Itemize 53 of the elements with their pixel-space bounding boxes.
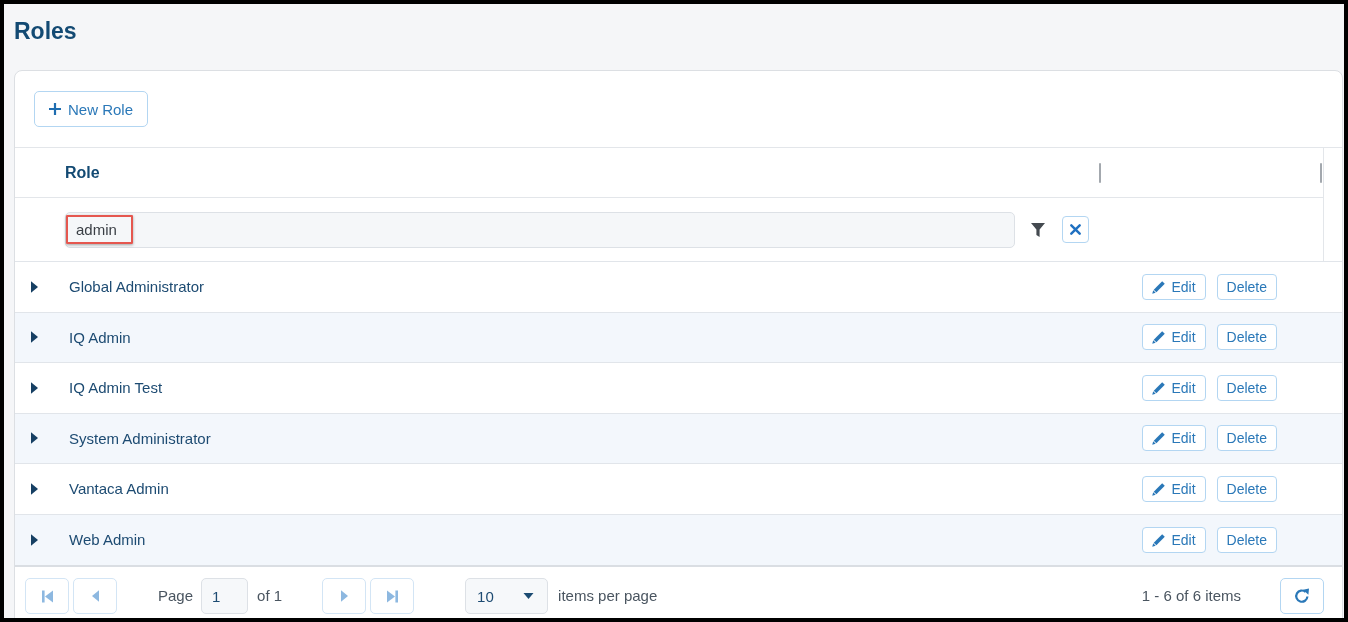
column-resize-handle[interactable] (1320, 162, 1322, 183)
edit-button[interactable]: Edit (1142, 324, 1206, 351)
caret-right-icon (340, 590, 348, 602)
items-per-page-label: items per page (558, 586, 658, 606)
page-title: Roles (14, 18, 77, 44)
step-forward-icon (386, 589, 398, 603)
edit-button[interactable]: Edit (1142, 425, 1206, 452)
table-cell-text: Web Admin (69, 531, 147, 549)
pager-summary: 1 - 6 of 6 items (1141, 586, 1241, 606)
plus-icon (49, 103, 61, 115)
edit-button[interactable]: Edit (1142, 273, 1206, 300)
caret-icon[interactable] (31, 280, 38, 293)
refresh-icon (1294, 588, 1310, 604)
pencil-icon (1152, 481, 1167, 496)
refresh-button[interactable] (1280, 578, 1324, 614)
column-resize-handle[interactable] (1099, 162, 1101, 183)
edit-button[interactable]: Edit (1142, 374, 1206, 401)
page-label: Page (158, 586, 194, 606)
delete-button[interactable]: Delete (1216, 273, 1277, 300)
table-cell-text: IQ Admin Test (69, 379, 164, 397)
delete-button[interactable]: Delete (1216, 324, 1277, 351)
pencil-icon (1152, 330, 1167, 345)
step-back-icon (41, 589, 53, 603)
caret-icon[interactable] (31, 533, 38, 546)
edit-button[interactable]: Edit (1142, 475, 1206, 502)
page-number-input[interactable]: 1 (201, 578, 249, 614)
table-cell-text: IQ Admin (69, 328, 132, 346)
delete-button[interactable]: Delete (1216, 374, 1277, 401)
page-size-select[interactable]: 10 (465, 578, 549, 614)
caret-icon[interactable] (31, 381, 38, 394)
filter-field[interactable]: admin (65, 211, 1015, 248)
pencil-icon (1152, 431, 1167, 446)
caret-icon[interactable] (31, 331, 38, 344)
close-icon (1070, 224, 1081, 235)
filter-icon[interactable] (1031, 222, 1045, 237)
column-header[interactable]: Role (65, 163, 100, 182)
edit-button[interactable]: Edit (1142, 526, 1206, 553)
clear-filter-button[interactable] (1062, 216, 1089, 243)
delete-button[interactable]: Delete (1216, 475, 1277, 502)
caret-down-icon (523, 593, 535, 599)
caret-left-icon (91, 590, 99, 602)
new-role-button[interactable]: New Role (34, 91, 149, 127)
pencil-icon (1152, 380, 1167, 395)
delete-button[interactable]: Delete (1216, 425, 1277, 452)
delete-button[interactable]: Delete (1216, 526, 1277, 553)
caret-icon[interactable] (31, 482, 38, 495)
page-count-label: of 1 (257, 586, 283, 606)
caret-icon[interactable] (31, 432, 38, 445)
table-cell-text: Global Administrator (69, 278, 206, 296)
table-cell-text: Vantaca Admin (69, 480, 170, 498)
table-cell-text: System Administrator (69, 429, 212, 447)
pencil-icon (1152, 279, 1167, 294)
pencil-icon (1152, 532, 1167, 547)
